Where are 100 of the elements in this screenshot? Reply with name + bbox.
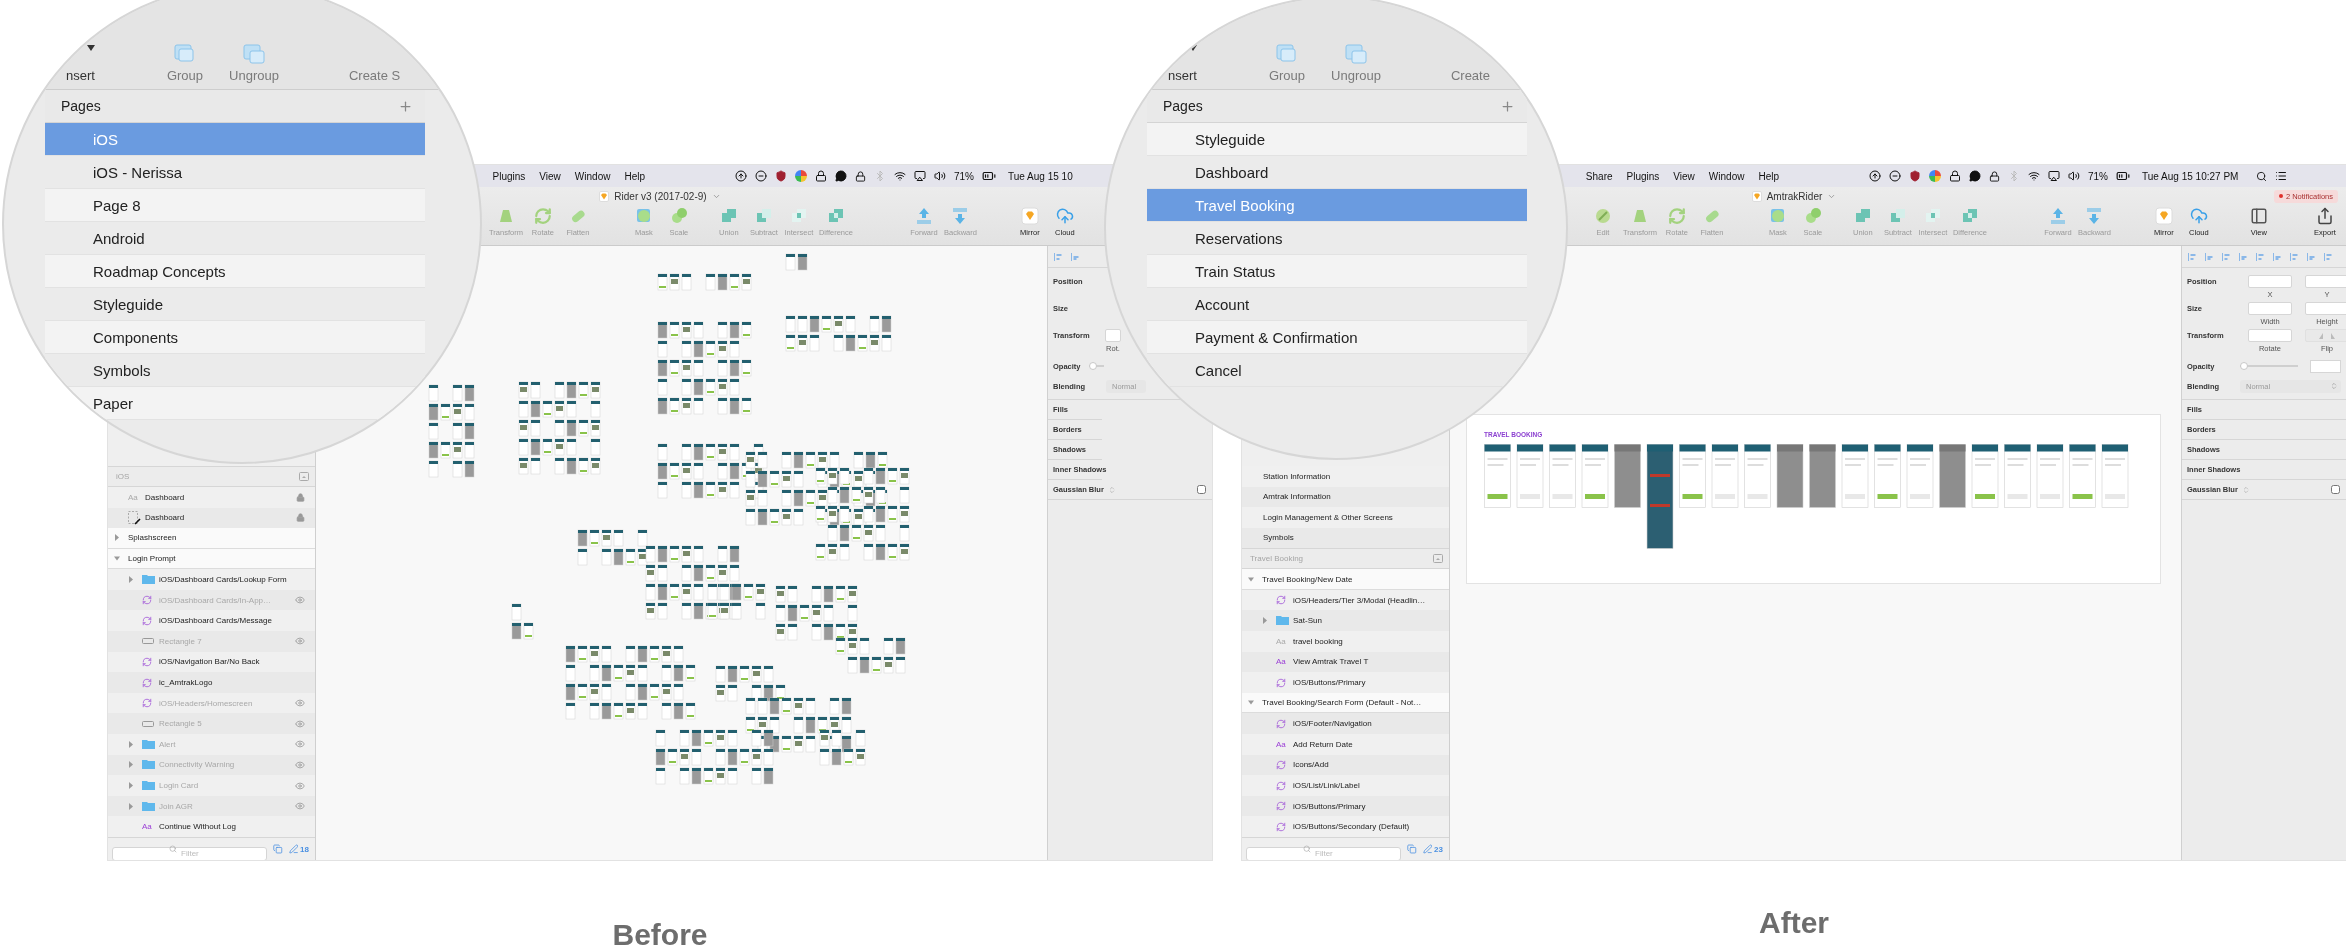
eye-icon[interactable] <box>295 698 305 709</box>
artboard-row[interactable]: Travel Booking/New Date <box>1242 569 1449 590</box>
eye-icon[interactable] <box>295 780 305 791</box>
layer-row[interactable]: Dashboard <box>108 507 315 529</box>
eye-icon[interactable] <box>295 636 305 647</box>
expanded-triangle-icon[interactable] <box>1248 699 1254 707</box>
insert-button[interactable]: nsert <box>1168 45 1197 83</box>
menu-item[interactable]: Window <box>574 170 611 182</box>
page-item[interactable]: Styleguide <box>45 288 425 321</box>
search-icon[interactable] <box>2256 170 2268 182</box>
layer-row[interactable]: Icons/Add <box>1242 754 1449 776</box>
align-icon[interactable] <box>2290 252 2298 261</box>
edit-circle-icon <box>1594 207 1612 225</box>
menu-item[interactable]: Plugins <box>492 170 526 182</box>
insert-button[interactable]: nsert <box>66 45 95 83</box>
page-item[interactable]: Dashboard <box>1147 156 1527 189</box>
align-icon[interactable] <box>2239 252 2247 261</box>
add-page-icon[interactable] <box>1500 98 1515 114</box>
eye-icon[interactable] <box>295 801 305 812</box>
align-icon[interactable] <box>2273 252 2281 261</box>
eye-icon[interactable] <box>295 718 305 729</box>
collapsed-triangle-icon[interactable] <box>1262 617 1268 625</box>
speech-bubble-icon <box>835 170 847 182</box>
folder-icon <box>142 739 155 749</box>
eye-icon[interactable] <box>295 595 305 606</box>
number-field[interactable] <box>2248 329 2292 342</box>
menu-item[interactable]: Help <box>1758 170 1779 182</box>
union-icon <box>1853 207 1872 225</box>
symbol-icon <box>142 677 152 688</box>
checkbox[interactable] <box>2331 485 2340 494</box>
collapsed-triangle-icon[interactable] <box>128 761 134 769</box>
align-icon[interactable] <box>2188 252 2196 261</box>
menu-item[interactable]: Share <box>1585 170 1613 182</box>
artboard-row[interactable]: Travel Booking/Search Form (Default - Not… <box>1242 692 1449 714</box>
menu-item[interactable]: View <box>539 170 561 182</box>
battery-icon <box>2116 169 2130 183</box>
layer-row[interactable]: iOS/Footer/Navigation <box>1242 713 1449 735</box>
layer-row[interactable]: Aa View Amtrak Travel T <box>1242 651 1449 673</box>
toolbar-button[interactable]: Ungroup <box>1331 43 1381 83</box>
collapsed-triangle-icon[interactable] <box>114 534 120 542</box>
toolbar-button[interactable]: Ungroup <box>229 43 279 83</box>
add-page-icon[interactable] <box>398 98 413 114</box>
eye-icon[interactable] <box>295 759 305 770</box>
lock-icon <box>296 492 305 502</box>
opacity-field[interactable] <box>2310 359 2341 373</box>
menu-item[interactable]: View <box>1673 170 1695 182</box>
collapse-icon[interactable] <box>299 471 309 481</box>
copy-icon[interactable] <box>1407 844 1417 854</box>
filter-field[interactable]: Filter <box>1246 846 1401 860</box>
align-icon[interactable] <box>2324 252 2332 261</box>
page-item[interactable]: Symbols <box>1242 527 1449 549</box>
collapsed-triangle-icon[interactable] <box>128 802 134 810</box>
number-field[interactable] <box>1105 329 1121 342</box>
expanded-triangle-icon[interactable] <box>1248 575 1254 583</box>
layer-row[interactable]: iOS/Buttons/Primary <box>1242 795 1449 817</box>
page-item[interactable]: Android <box>45 222 425 255</box>
slider-thumb[interactable] <box>1089 362 1097 370</box>
list-icon[interactable] <box>2275 170 2288 182</box>
align-icon[interactable] <box>2307 252 2315 261</box>
number-field[interactable] <box>2305 302 2346 315</box>
artboard-row[interactable]: Splashscreen <box>108 528 315 549</box>
expanded-triangle-icon[interactable] <box>114 555 120 562</box>
layer-name: Icons/Add <box>1293 760 1330 770</box>
collapsed-triangle-icon[interactable] <box>128 740 134 748</box>
pen-icon[interactable] <box>288 844 299 854</box>
collapsed-triangle-icon[interactable] <box>128 576 134 584</box>
menu-item[interactable]: Help <box>624 170 645 182</box>
page-item[interactable]: Reservations <box>1147 222 1527 255</box>
page-item[interactable]: Symbols <box>45 354 425 387</box>
align-icon[interactable] <box>1054 252 1062 261</box>
create-symbol-button[interactable]: Create S <box>348 68 401 83</box>
number-field[interactable] <box>2305 275 2346 288</box>
slider-thumb[interactable] <box>2240 362 2248 370</box>
layer-row[interactable]: Sat-Sun <box>1242 610 1449 632</box>
pen-icon[interactable] <box>1422 844 1433 854</box>
collapse-icon[interactable] <box>1433 554 1443 564</box>
collapsed-triangle-icon[interactable] <box>128 782 134 789</box>
page-item[interactable]: Account <box>1147 288 1527 321</box>
rectangle-icon <box>142 720 154 727</box>
filter-field[interactable]: Filter <box>112 846 267 860</box>
menu-item[interactable]: Plugins <box>1626 170 1660 182</box>
page-item[interactable]: Cancel <box>1147 354 1527 387</box>
copy-icon[interactable] <box>273 844 283 854</box>
page-item[interactable]: iOS - Nerissa <box>45 156 425 189</box>
checkbox[interactable] <box>1197 485 1206 494</box>
layer-row[interactable]: ic_AmtrakLogo <box>108 672 315 693</box>
artboard-row[interactable]: Login Prompt <box>108 548 315 570</box>
number-field[interactable] <box>2248 275 2292 288</box>
symbol-icon <box>1276 801 1286 812</box>
opacity-slider[interactable] <box>1089 361 1104 371</box>
align-icon[interactable] <box>2205 252 2213 261</box>
cloud-upload-icon <box>2189 207 2208 225</box>
page-item[interactable]: Amtrak Information <box>1242 486 1449 508</box>
align-icon[interactable] <box>2222 252 2230 261</box>
number-field[interactable] <box>2248 302 2292 315</box>
flip-control[interactable] <box>2305 329 2346 342</box>
menu-item[interactable]: Window <box>1708 170 1745 182</box>
align-icon[interactable] <box>1071 252 1079 261</box>
align-icon[interactable] <box>2256 252 2264 261</box>
eye-icon[interactable] <box>295 739 305 750</box>
